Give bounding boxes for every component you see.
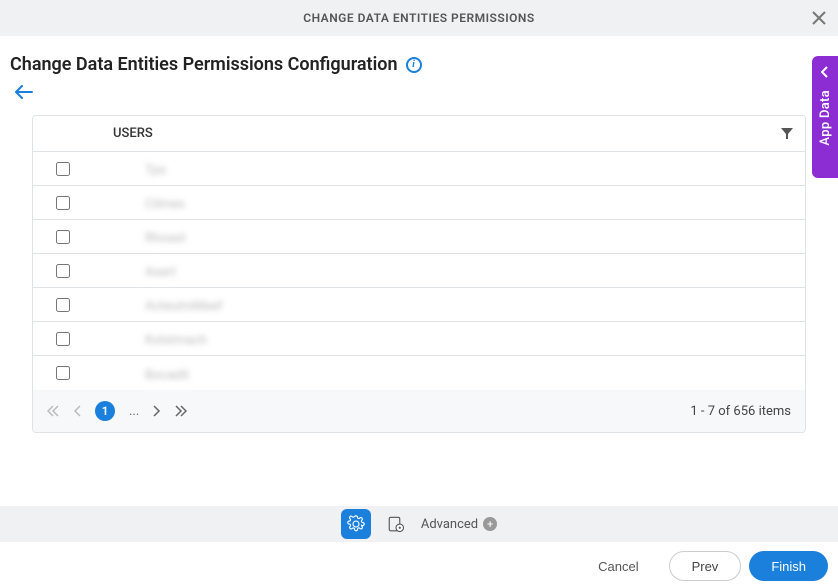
last-page-icon[interactable]: [175, 405, 187, 417]
advanced-toggle[interactable]: Advanced +: [421, 517, 497, 532]
table-row[interactable]: Asert: [33, 254, 805, 288]
row-checkbox[interactable]: [56, 162, 70, 176]
info-icon[interactable]: i: [406, 57, 422, 73]
row-checkbox-cell: [33, 264, 93, 278]
finish-button[interactable]: Finish: [749, 551, 828, 581]
row-name-cell: Kolstmach: [93, 329, 805, 348]
row-checkbox-cell: [33, 230, 93, 244]
chevron-left-icon: [821, 66, 829, 78]
user-name: ActeulrsMeef: [145, 299, 223, 314]
page-title: Change Data Entities Permissions Configu…: [10, 54, 398, 75]
table-header: USERS: [33, 116, 805, 152]
row-name-cell: Cilmes: [93, 193, 805, 212]
row-checkbox[interactable]: [56, 332, 70, 346]
page-config-icon[interactable]: [381, 509, 411, 539]
row-name-cell: Rhoast: [93, 227, 805, 246]
side-panel-label: App Data: [818, 90, 833, 146]
filter-icon[interactable]: [781, 128, 793, 140]
row-checkbox-cell: [33, 366, 93, 380]
row-name-cell: Asert: [93, 261, 805, 280]
user-name: Bocadit: [145, 368, 189, 383]
table-row[interactable]: ActeulrsMeef: [33, 288, 805, 322]
row-checkbox[interactable]: [56, 366, 70, 380]
column-header-users: USERS: [93, 126, 805, 141]
first-page-icon[interactable]: [47, 405, 59, 417]
modal-title: CHANGE DATA ENTITIES PERMISSIONS: [303, 11, 535, 25]
user-name: Rhoast: [145, 231, 186, 246]
plus-icon: +: [483, 517, 497, 531]
row-name-cell: ActeulrsMeef: [93, 295, 805, 314]
pagination-summary: 1 - 7 of 656 items: [690, 404, 791, 419]
pager-nav: 1 ...: [47, 401, 187, 421]
current-page-number[interactable]: 1: [95, 401, 115, 421]
row-checkbox[interactable]: [56, 264, 70, 278]
row-checkbox-cell: [33, 162, 93, 176]
user-name: Asert: [145, 265, 176, 280]
row-checkbox[interactable]: [56, 196, 70, 210]
row-name-cell: Tps: [93, 159, 805, 178]
pagination-bar: 1 ... 1 - 7 of 656 items: [33, 390, 805, 432]
row-checkbox[interactable]: [56, 230, 70, 244]
advanced-label-text: Advanced: [421, 517, 478, 532]
prev-page-icon[interactable]: [73, 405, 81, 417]
main-content: Change Data Entities Permissions Configu…: [0, 36, 838, 433]
subtitle-row: Change Data Entities Permissions Configu…: [10, 54, 828, 75]
user-name: Tps: [145, 163, 166, 178]
row-checkbox-cell: [33, 298, 93, 312]
users-table: USERS Tps Cilmes Rhoast Asert: [32, 115, 806, 433]
side-panel-tab[interactable]: App Data: [812, 56, 838, 178]
user-name: Cilmes: [145, 197, 185, 212]
back-arrow-icon[interactable]: [15, 85, 828, 99]
table-row[interactable]: Bocadit: [33, 356, 805, 390]
modal-header: CHANGE DATA ENTITIES PERMISSIONS: [0, 0, 838, 36]
table-row[interactable]: Kolstmach: [33, 322, 805, 356]
close-icon[interactable]: [812, 11, 826, 25]
gear-icon[interactable]: [341, 509, 371, 539]
table-row[interactable]: Cilmes: [33, 186, 805, 220]
footer-toolbar: Advanced +: [0, 506, 838, 542]
footer-actions: Cancel Prev Finish: [576, 551, 828, 581]
row-checkbox[interactable]: [56, 298, 70, 312]
row-checkbox-cell: [33, 196, 93, 210]
page-ellipsis: ...: [129, 404, 139, 419]
prev-button[interactable]: Prev: [669, 551, 742, 581]
table-row[interactable]: Tps: [33, 152, 805, 186]
table-row[interactable]: Rhoast: [33, 220, 805, 254]
next-page-icon[interactable]: [153, 405, 161, 417]
cancel-button[interactable]: Cancel: [576, 551, 660, 581]
user-name: Kolstmach: [145, 333, 207, 348]
row-checkbox-cell: [33, 332, 93, 346]
row-name-cell: Bocadit: [93, 364, 805, 383]
